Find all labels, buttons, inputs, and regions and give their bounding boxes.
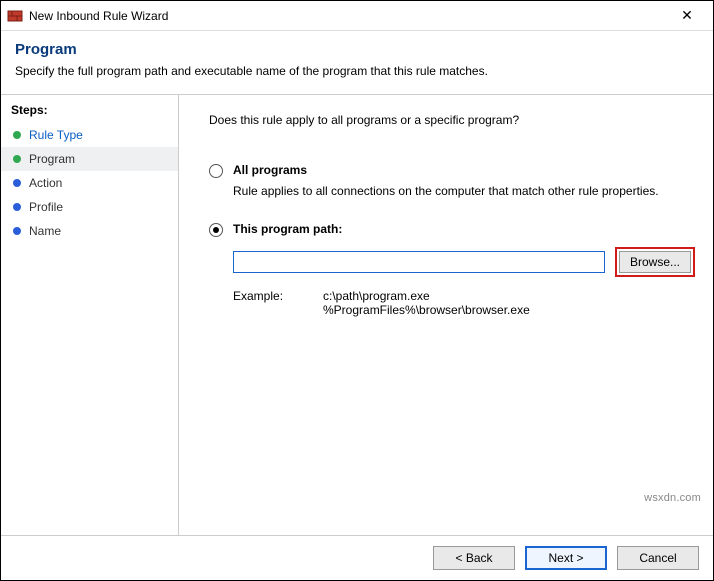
step-name[interactable]: Name	[1, 219, 178, 243]
step-label: Program	[29, 152, 75, 166]
page-question: Does this rule apply to all programs or …	[209, 113, 695, 127]
option-all-title: All programs	[233, 163, 307, 177]
wizard-footer: < Back Next > Cancel	[1, 535, 713, 580]
close-button[interactable]: ✕	[667, 2, 707, 30]
browse-highlight: Browse...	[615, 247, 695, 277]
option-path-title: This program path:	[233, 222, 342, 236]
step-bullet-icon	[13, 155, 21, 163]
example-row: Example: c:\path\program.exe %ProgramFil…	[233, 289, 695, 317]
radio-icon[interactable]	[209, 164, 223, 178]
wizard-body: Steps: Rule Type Program Action Profile …	[1, 95, 713, 535]
steps-sidebar: Steps: Rule Type Program Action Profile …	[1, 95, 179, 535]
watermark: wsxdn.com	[644, 492, 701, 504]
step-bullet-icon	[13, 203, 21, 211]
option-this-program-path[interactable]: This program path:	[209, 222, 695, 237]
wizard-main: Does this rule apply to all programs or …	[179, 95, 713, 535]
next-button[interactable]: Next >	[525, 546, 607, 570]
step-bullet-icon	[13, 179, 21, 187]
step-label: Action	[29, 176, 62, 190]
page-subtitle: Specify the full program path and execut…	[15, 64, 699, 78]
example-paths: c:\path\program.exe %ProgramFiles%\brows…	[323, 289, 530, 317]
step-label: Profile	[29, 200, 63, 214]
program-path-row: Browse...	[233, 247, 695, 277]
page-title: Program	[15, 41, 699, 58]
back-button[interactable]: < Back	[433, 546, 515, 570]
step-bullet-icon	[13, 227, 21, 235]
firewall-icon	[7, 8, 23, 24]
step-program[interactable]: Program	[1, 147, 178, 171]
step-bullet-icon	[13, 131, 21, 139]
steps-heading: Steps:	[1, 101, 178, 123]
titlebar: New Inbound Rule Wizard ✕	[1, 1, 713, 31]
option-all-programs[interactable]: All programs	[209, 163, 695, 178]
step-rule-type[interactable]: Rule Type	[1, 123, 178, 147]
radio-icon[interactable]	[209, 223, 223, 237]
step-label: Rule Type	[29, 128, 83, 142]
option-all-desc: Rule applies to all connections on the c…	[233, 184, 695, 198]
window-title: New Inbound Rule Wizard	[29, 9, 667, 23]
wizard-window: New Inbound Rule Wizard ✕ Program Specif…	[0, 0, 714, 581]
example-label: Example:	[233, 289, 293, 317]
step-label: Name	[29, 224, 61, 238]
step-profile[interactable]: Profile	[1, 195, 178, 219]
program-path-input[interactable]	[233, 251, 605, 273]
cancel-button[interactable]: Cancel	[617, 546, 699, 570]
browse-button[interactable]: Browse...	[619, 251, 691, 273]
step-action[interactable]: Action	[1, 171, 178, 195]
wizard-header: Program Specify the full program path an…	[1, 31, 713, 94]
